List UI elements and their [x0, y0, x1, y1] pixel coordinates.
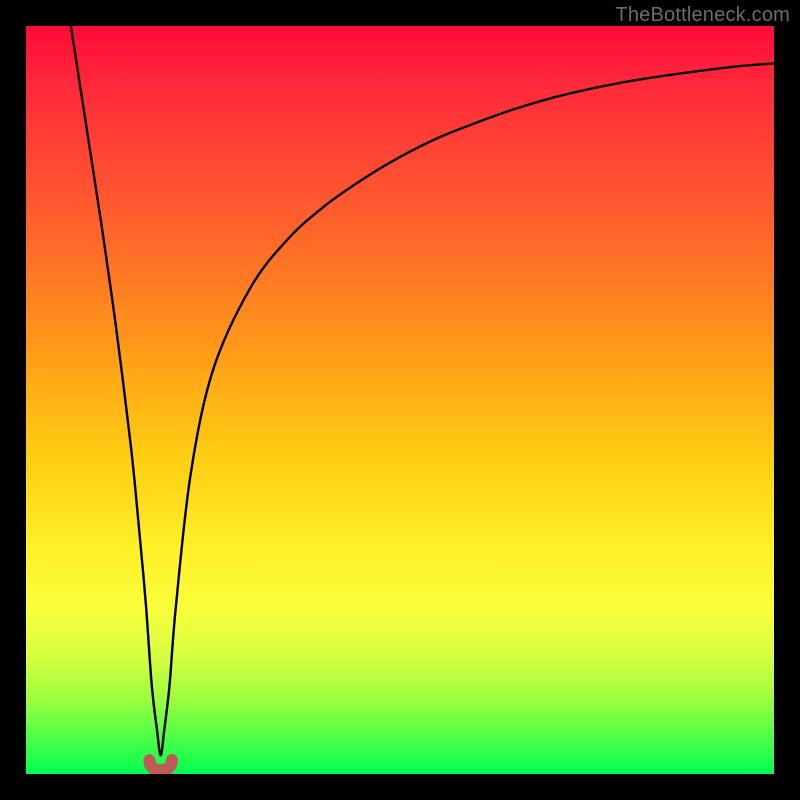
chart-frame: TheBottleneck.com: [0, 0, 800, 800]
chart-curve: [71, 26, 774, 755]
watermark-text: TheBottleneck.com: [615, 4, 790, 27]
chart-plot-area: [26, 26, 774, 774]
chart-notch: [149, 760, 171, 770]
chart-svg: [26, 26, 774, 774]
